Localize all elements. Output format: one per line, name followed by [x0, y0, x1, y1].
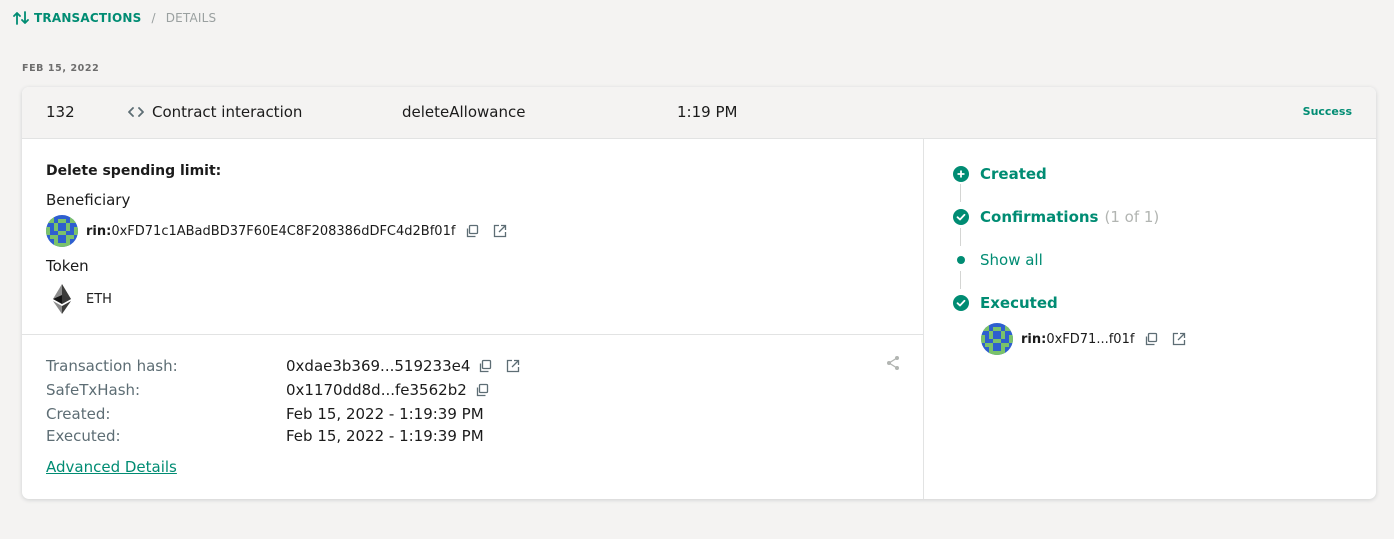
executor-address-row: rin: 0xFD71...f01f: [981, 323, 1186, 355]
tx-method: deleteAllowance: [402, 103, 526, 121]
copy-safe-tx-hash-button[interactable]: [475, 383, 489, 397]
check-circle-icon: [952, 209, 970, 225]
external-link-icon: [494, 224, 507, 238]
timeline-confirmations-count: (1 of 1): [1104, 208, 1160, 226]
safe-tx-hash-label: SafeTxHash:: [46, 381, 141, 399]
breadcrumb-transactions-link[interactable]: TRANSACTIONS: [13, 11, 141, 25]
timeline-created-label: Created: [980, 165, 1047, 183]
token-symbol: ETH: [86, 291, 112, 307]
transaction-summary-row[interactable]: 132 Contract interaction deleteAllowance…: [22, 87, 1376, 139]
tx-hash-row: Transaction hash: 0xdae3b369...519233e4: [46, 357, 520, 375]
code-icon: [128, 107, 144, 117]
created-value: Feb 15, 2022 - 1:19:39 PM: [286, 405, 484, 423]
beneficiary-network-prefix: rin:: [86, 223, 112, 239]
timeline-confirmations-label: Confirmations: [980, 208, 1099, 226]
tx-time: 1:19 PM: [677, 103, 738, 121]
safe-tx-hash-row: SafeTxHash: 0x1170dd8d...fe3562b2: [46, 381, 489, 399]
breadcrumb-current: DETAILS: [165, 11, 217, 25]
external-link-icon: [1173, 332, 1186, 346]
tx-hash-label: Transaction hash:: [46, 357, 178, 375]
show-all-link[interactable]: Show all: [980, 251, 1043, 269]
created-row: Created: Feb 15, 2022 - 1:19:39 PM: [46, 405, 484, 423]
transaction-card: 132 Contract interaction deleteAllowance…: [22, 87, 1376, 499]
executed-label: Executed:: [46, 427, 121, 445]
open-executor-explorer-button[interactable]: [1172, 332, 1186, 346]
copy-executor-button[interactable]: [1144, 332, 1158, 346]
dot-icon: [952, 255, 970, 265]
copy-icon: [467, 224, 479, 238]
timeline-step-show-all: Show all: [952, 251, 1043, 269]
timeline-step-executed: Executed: [952, 294, 1058, 312]
identicon: [981, 323, 1013, 355]
executor-network-prefix: rin:: [1021, 331, 1047, 347]
token-row: ETH: [46, 283, 112, 315]
token-label: Token: [46, 257, 89, 275]
tx-details-panel: Delete spending limit: Beneficiary rin: …: [22, 139, 924, 499]
copy-tx-hash-button[interactable]: [478, 359, 492, 373]
eth-icon: [46, 283, 78, 315]
executed-row: Executed: Feb 15, 2022 - 1:19:39 PM: [46, 427, 484, 445]
identicon: [46, 215, 78, 247]
open-tx-explorer-button[interactable]: [506, 359, 520, 373]
tx-decoded-data: Delete spending limit: Beneficiary rin: …: [22, 139, 923, 335]
share-icon: [887, 356, 899, 370]
tx-info: Transaction hash: 0xdae3b369...519233e4 …: [22, 335, 923, 499]
timeline-connector: [960, 184, 961, 202]
created-label: Created:: [46, 405, 111, 423]
open-beneficiary-explorer-button[interactable]: [493, 224, 507, 238]
transactions-icon: [13, 11, 29, 25]
tx-type-label: Contract interaction: [152, 103, 303, 121]
copy-beneficiary-button[interactable]: [465, 224, 479, 238]
plus-circle-icon: [952, 166, 970, 182]
copy-icon: [480, 359, 492, 373]
share-button[interactable]: [885, 355, 901, 375]
breadcrumb-separator: /: [151, 11, 156, 25]
beneficiary-address-row: rin: 0xFD71c1ABadBD37F60E4C8F208386dDFC4…: [46, 215, 507, 247]
check-circle-icon: [952, 295, 970, 311]
timeline-step-confirmations: Confirmations (1 of 1): [952, 208, 1159, 226]
tx-hash-value-group: 0xdae3b369...519233e4: [286, 357, 520, 375]
details-title: Delete spending limit:: [46, 163, 222, 179]
copy-icon: [476, 383, 488, 397]
timeline-step-created: Created: [952, 165, 1047, 183]
executor-address: 0xFD71...f01f: [1046, 331, 1135, 347]
safe-tx-hash-value-group: 0x1170dd8d...fe3562b2: [286, 381, 489, 399]
tx-type: Contract interaction: [128, 102, 302, 122]
executed-value: Feb 15, 2022 - 1:19:39 PM: [286, 427, 484, 445]
breadcrumb: TRANSACTIONS / DETAILS: [13, 10, 216, 26]
breadcrumb-section-label[interactable]: TRANSACTIONS: [34, 11, 141, 25]
timeline-connector: [960, 228, 961, 246]
status-badge: Success: [1302, 105, 1352, 118]
tx-timeline: Created Confirmations (1 of 1) Show all …: [924, 139, 1376, 499]
timeline-executed-label: Executed: [980, 294, 1058, 312]
safe-tx-hash-value: 0x1170dd8d...fe3562b2: [286, 381, 467, 399]
timeline-connector: [960, 271, 961, 289]
copy-icon: [1146, 332, 1158, 346]
tx-hash-value: 0xdae3b369...519233e4: [286, 357, 471, 375]
tx-nonce: 132: [46, 103, 75, 121]
external-link-icon: [507, 359, 520, 373]
beneficiary-address: 0xFD71c1ABadBD37F60E4C8F208386dDFC4d2Bf0…: [111, 223, 456, 239]
date-label: FEB 15, 2022: [22, 63, 100, 74]
beneficiary-label: Beneficiary: [46, 191, 131, 209]
advanced-details-link[interactable]: Advanced Details: [46, 458, 177, 476]
